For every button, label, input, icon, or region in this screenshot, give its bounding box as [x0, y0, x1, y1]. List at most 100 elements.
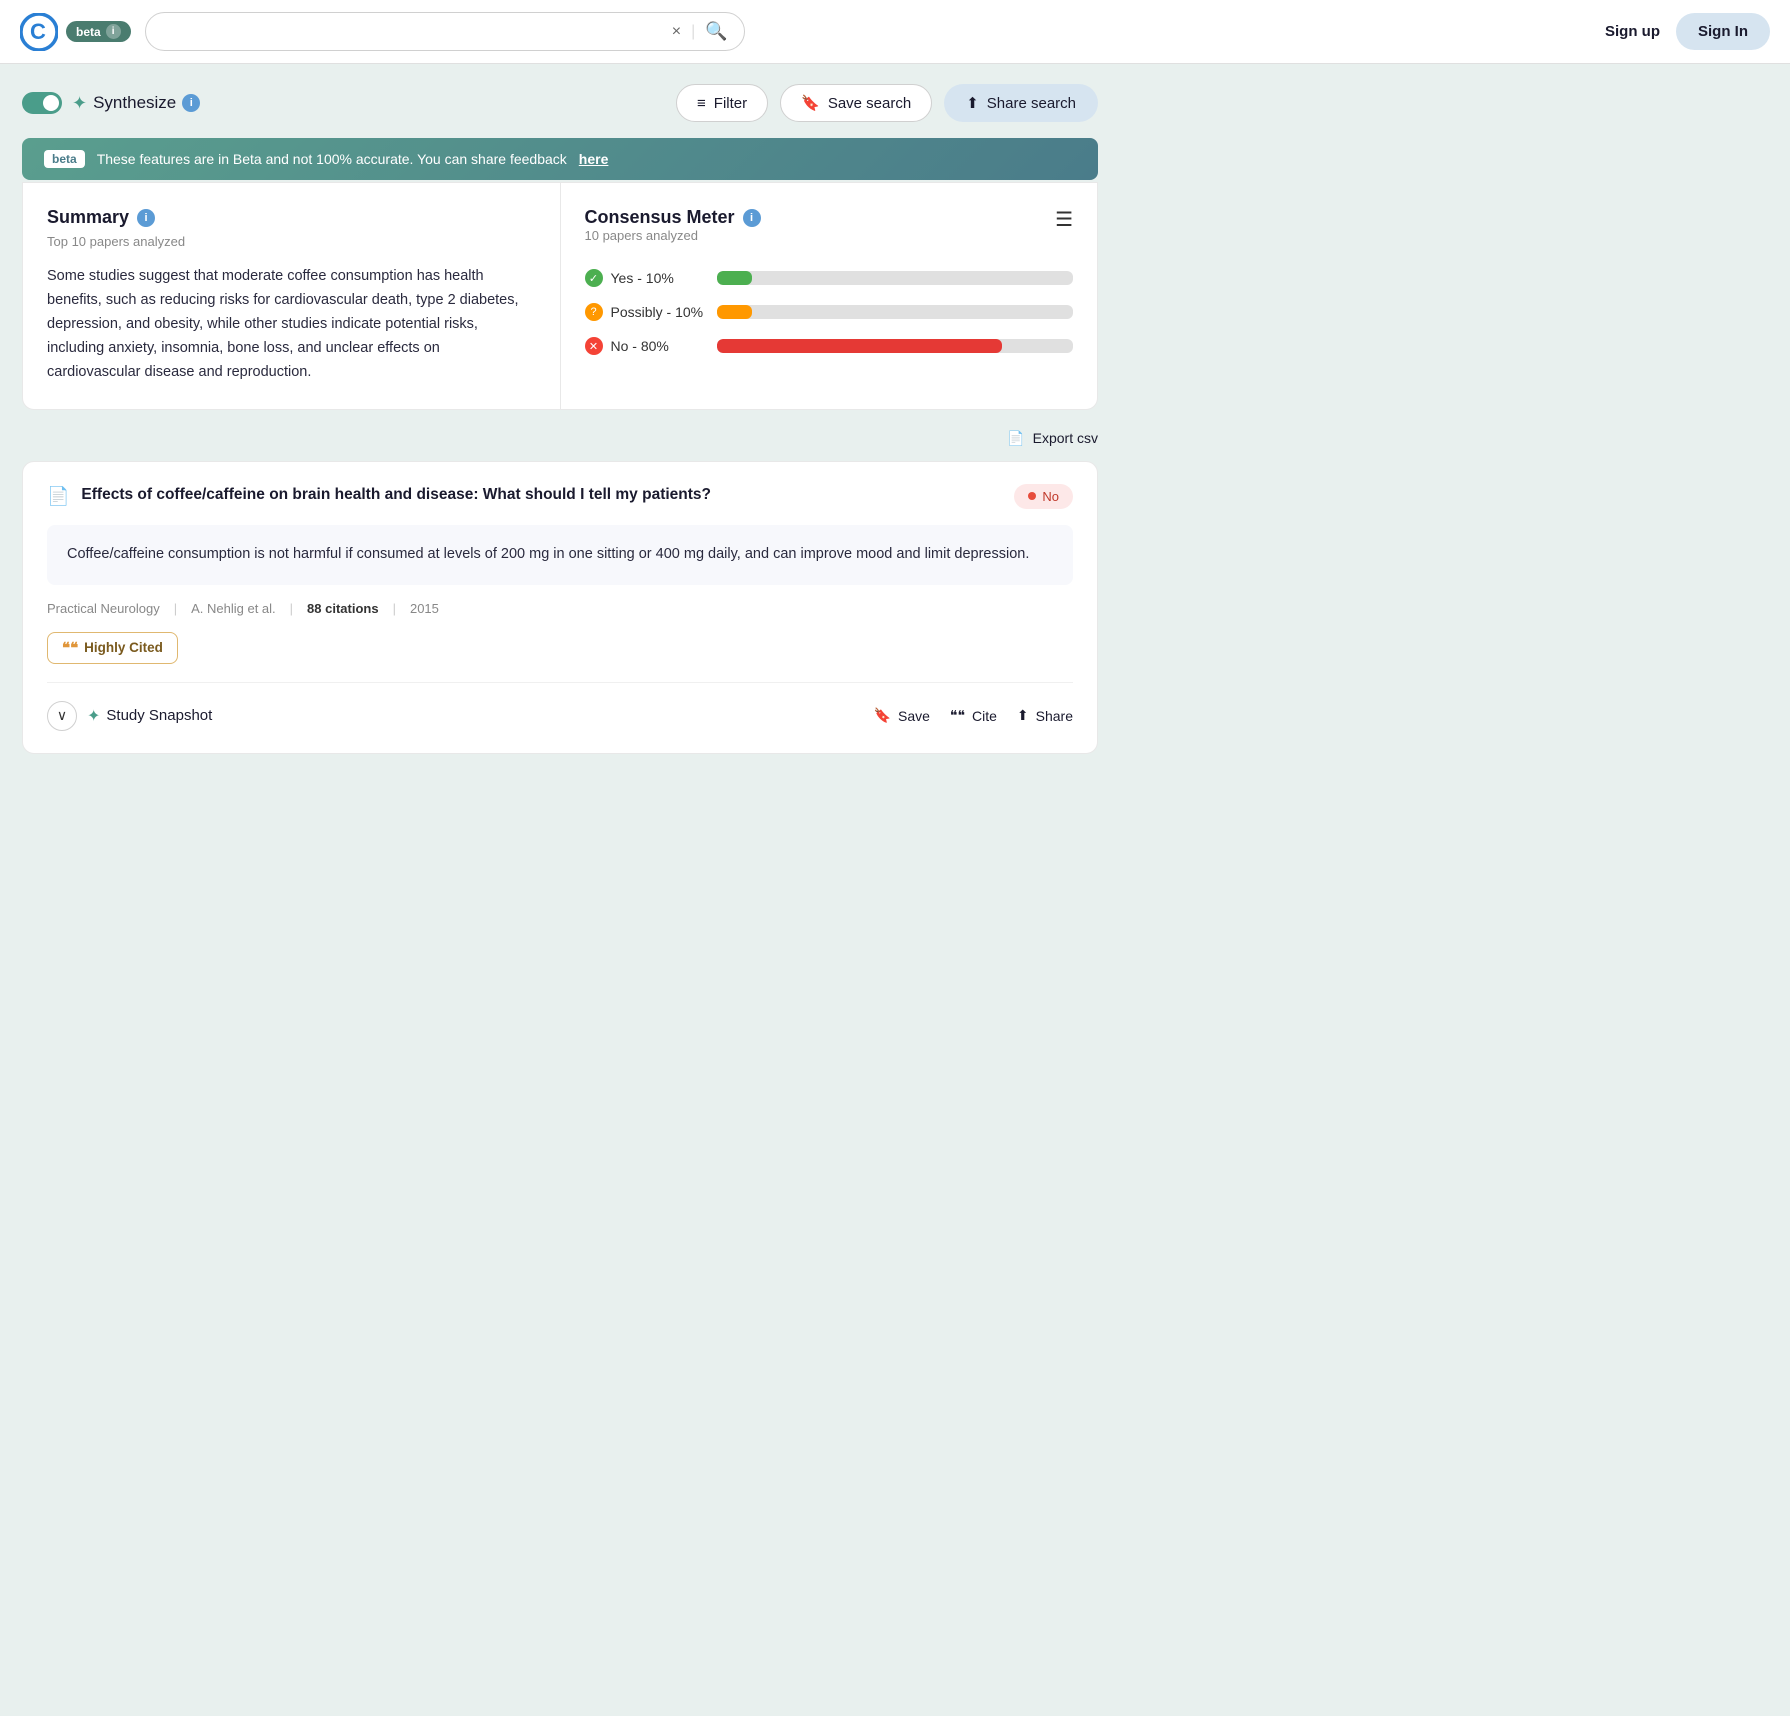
- save-paper-button[interactable]: 🔖 Save: [874, 707, 930, 724]
- search-divider: |: [691, 23, 695, 41]
- paper-meta: Practical Neurology | A. Nehlig et al. |…: [47, 601, 1073, 616]
- synthesize-label-group: ✦ Synthesize i: [72, 93, 200, 114]
- consensus-info-icon[interactable]: i: [743, 209, 761, 227]
- banner-beta-tag: beta: [44, 150, 85, 168]
- possibly-label: Possibly - 10%: [611, 304, 704, 320]
- meter-label-no: ✕ No - 80%: [585, 337, 705, 355]
- sparkle-icon: ✦: [72, 93, 87, 114]
- summary-subtitle: Top 10 papers analyzed: [47, 234, 536, 249]
- cite-label: Cite: [972, 708, 997, 724]
- study-snapshot-row: ∨ ✦ Study Snapshot 🔖 Save ❝❝ Cite ⬆ Shar…: [47, 682, 1073, 731]
- meter-row-possibly: ? Possibly - 10%: [585, 303, 1074, 321]
- meter-row-yes: ✓ Yes - 10%: [585, 269, 1074, 287]
- paper-title: Effects of coffee/caffeine on brain heal…: [81, 484, 711, 506]
- summary-heading: Summary: [47, 207, 129, 228]
- quote-icon: ❝❝: [62, 639, 78, 657]
- paper-header: 📄 Effects of coffee/caffeine on brain he…: [47, 484, 1073, 509]
- synthesize-label-text: Synthesize: [93, 93, 176, 113]
- beta-info-icon[interactable]: i: [106, 24, 121, 39]
- yes-status-icon: ✓: [585, 269, 603, 287]
- synthesize-toggle[interactable]: [22, 92, 62, 114]
- search-submit-button[interactable]: 🔍: [705, 21, 727, 42]
- consensus-header: Consensus Meter i 10 papers analyzed ☰: [585, 207, 1074, 263]
- meter-row-no: ✕ No - 80%: [585, 337, 1074, 355]
- consensus-section: Consensus Meter i 10 papers analyzed ☰ ✓…: [561, 183, 1098, 409]
- share-icon: ⬆: [966, 94, 979, 112]
- summary-info-icon[interactable]: i: [137, 209, 155, 227]
- possibly-bar: [717, 305, 753, 319]
- logo-group: C beta i: [20, 13, 131, 51]
- no-label: No - 80%: [611, 338, 669, 354]
- verdict-badge: No: [1014, 484, 1073, 509]
- logo: C: [20, 13, 58, 51]
- snapshot-expand-button[interactable]: ∨: [47, 701, 77, 731]
- main-content: ✦ Synthesize i ≡ Filter 🔖 Save search ⬆ …: [0, 64, 1120, 774]
- consensus-subtitle: 10 papers analyzed: [585, 228, 761, 243]
- cite-paper-button[interactable]: ❝❝ Cite: [950, 707, 997, 724]
- snapshot-label: ✦ Study Snapshot: [87, 706, 212, 726]
- snapshot-actions: 🔖 Save ❝❝ Cite ⬆ Share: [874, 707, 1073, 724]
- doc-icon: 📄: [47, 486, 69, 507]
- consensus-title-row: Consensus Meter i: [585, 207, 761, 228]
- verdict-label: No: [1042, 489, 1059, 504]
- possibly-bar-container: [717, 305, 1074, 319]
- snapshot-left: ∨ ✦ Study Snapshot: [47, 701, 212, 731]
- meta-sep-2: |: [290, 601, 293, 616]
- highly-cited-label: Highly Cited: [84, 640, 163, 655]
- filter-button[interactable]: ≡ Filter: [676, 84, 768, 122]
- share-label: Share: [1036, 708, 1073, 724]
- synthesis-panel: Summary i Top 10 papers analyzed Some st…: [22, 182, 1098, 410]
- search-clear-button[interactable]: ×: [672, 23, 681, 41]
- export-icon: 📄: [1007, 430, 1024, 447]
- meter-label-possibly: ? Possibly - 10%: [585, 303, 705, 321]
- toolbar-right: ≡ Filter 🔖 Save search ⬆ Share search: [676, 84, 1098, 122]
- paper-abstract: Coffee/caffeine consumption is not harmf…: [47, 525, 1073, 585]
- verdict-dot: [1028, 492, 1036, 500]
- bookmark-icon: 🔖: [801, 94, 820, 112]
- summary-text: Some studies suggest that moderate coffe…: [47, 265, 536, 385]
- header: C beta i is coffee bad for us × | 🔍 Sign…: [0, 0, 1790, 64]
- possibly-status-icon: ?: [585, 303, 603, 321]
- consensus-heading: Consensus Meter: [585, 207, 735, 228]
- banner-feedback-link[interactable]: here: [579, 151, 609, 167]
- paper-citations: 88 citations: [307, 601, 379, 616]
- signin-button[interactable]: Sign In: [1676, 13, 1770, 50]
- search-input[interactable]: is coffee bad for us: [162, 23, 662, 40]
- consensus-menu-icon[interactable]: ☰: [1055, 207, 1073, 232]
- cite-icon: ❝❝: [950, 707, 965, 724]
- summary-title-row: Summary i: [47, 207, 536, 228]
- share-search-button[interactable]: ⬆ Share search: [944, 84, 1098, 122]
- yes-label: Yes - 10%: [611, 270, 674, 286]
- toolbar: ✦ Synthesize i ≡ Filter 🔖 Save search ⬆ …: [22, 84, 1098, 122]
- save-label: Save: [898, 708, 930, 724]
- header-actions: Sign up Sign In: [1605, 13, 1770, 50]
- meta-sep-1: |: [174, 601, 177, 616]
- export-csv-button[interactable]: 📄 Export csv: [1007, 430, 1098, 447]
- signup-button[interactable]: Sign up: [1605, 23, 1660, 40]
- synthesize-info-icon[interactable]: i: [182, 94, 200, 112]
- svg-text:C: C: [30, 19, 46, 44]
- export-row: 📄 Export csv: [22, 430, 1098, 447]
- filter-icon: ≡: [697, 95, 706, 112]
- yes-bar: [717, 271, 753, 285]
- share-paper-button[interactable]: ⬆ Share: [1017, 707, 1073, 724]
- synthesize-group: ✦ Synthesize i: [22, 92, 200, 114]
- meta-sep-3: |: [393, 601, 396, 616]
- save-icon: 🔖: [874, 707, 891, 724]
- banner-message: These features are in Beta and not 100% …: [97, 151, 567, 167]
- share-paper-icon: ⬆: [1017, 707, 1029, 724]
- paper-authors: A. Nehlig et al.: [191, 601, 276, 616]
- save-search-button[interactable]: 🔖 Save search: [780, 84, 932, 122]
- beta-banner: beta These features are in Beta and not …: [22, 138, 1098, 180]
- no-bar: [717, 339, 1002, 353]
- snapshot-sparkle-icon: ✦: [87, 706, 100, 726]
- search-bar: is coffee bad for us × | 🔍: [145, 12, 745, 51]
- paper-card: 📄 Effects of coffee/caffeine on brain he…: [22, 461, 1098, 754]
- paper-year: 2015: [410, 601, 439, 616]
- snapshot-label-text: Study Snapshot: [106, 707, 212, 724]
- meter-label-yes: ✓ Yes - 10%: [585, 269, 705, 287]
- beta-badge: beta i: [66, 21, 131, 42]
- no-bar-container: [717, 339, 1074, 353]
- yes-bar-container: [717, 271, 1074, 285]
- summary-section: Summary i Top 10 papers analyzed Some st…: [23, 183, 561, 409]
